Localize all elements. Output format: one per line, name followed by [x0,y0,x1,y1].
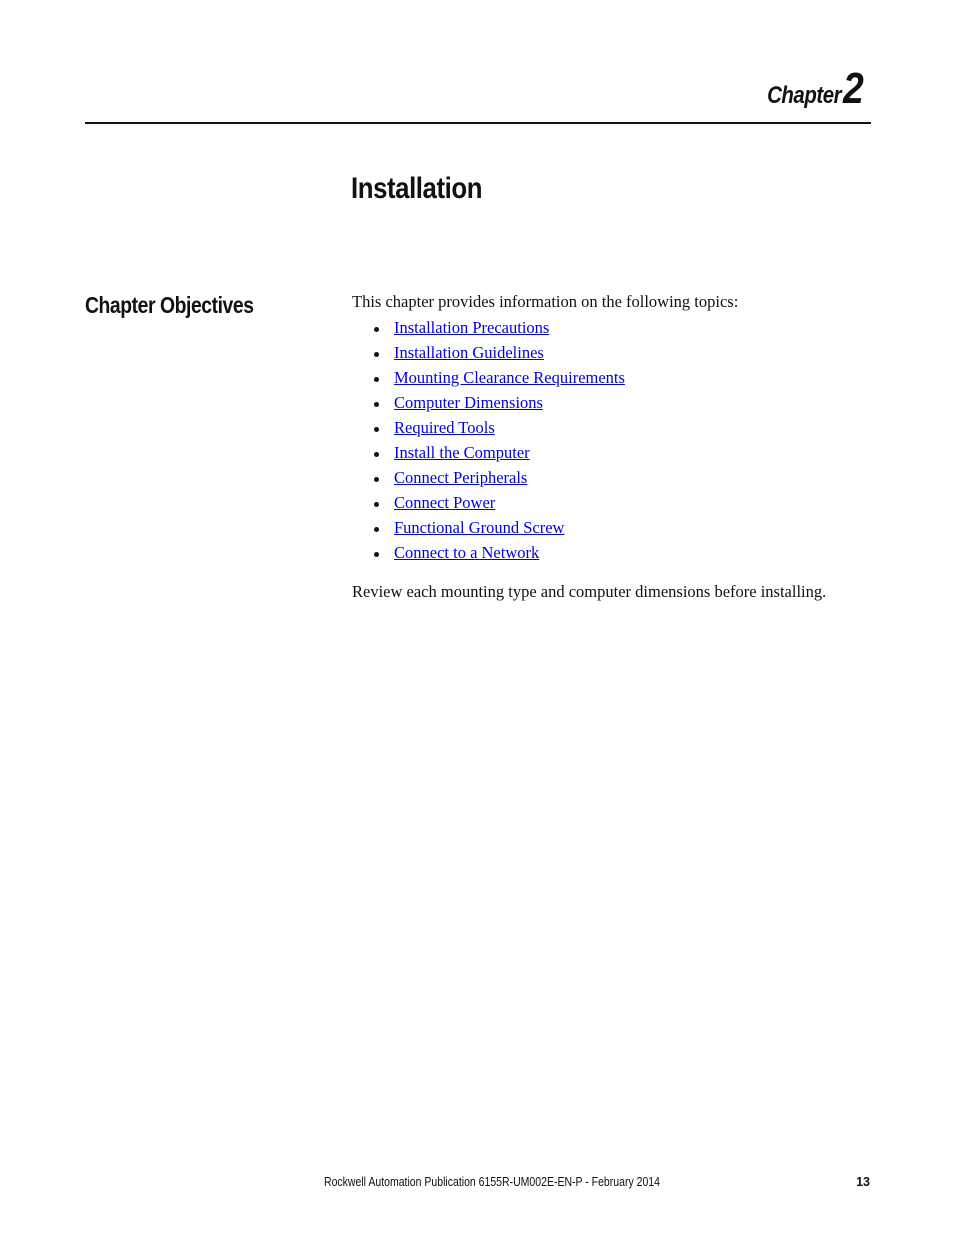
topic-link-installation-precautions[interactable]: Installation Precautions [394,318,549,337]
bullet-icon [374,477,379,482]
list-item: Required Tools [352,417,625,442]
header-rule [85,122,871,124]
topic-link-mounting-clearance[interactable]: Mounting Clearance Requirements [394,368,625,387]
list-item: Connect Power [352,492,625,517]
list-item: Install the Computer [352,442,625,467]
chapter-number: 2 [843,64,864,113]
list-item: Computer Dimensions [352,392,625,417]
bullet-icon [374,402,379,407]
bullet-icon [374,427,379,432]
page-title: Installation [351,172,483,205]
bullet-icon [374,327,379,332]
list-item: Mounting Clearance Requirements [352,367,625,392]
topic-link-required-tools[interactable]: Required Tools [394,418,495,437]
bullet-icon [374,452,379,457]
topic-link-connect-network[interactable]: Connect to a Network [394,543,539,562]
topic-link-installation-guidelines[interactable]: Installation Guidelines [394,343,544,362]
list-item: Installation Precautions [352,317,625,342]
topic-link-computer-dimensions[interactable]: Computer Dimensions [394,393,543,412]
chapter-label: Chapter2 [754,64,867,114]
topic-link-connect-peripherals[interactable]: Connect Peripherals [394,468,527,487]
page-number: 13 [856,1175,870,1189]
list-item: Connect to a Network [352,542,625,567]
chapter-word: Chapter [766,82,842,109]
list-item: Installation Guidelines [352,342,625,367]
topic-link-connect-power[interactable]: Connect Power [394,493,495,512]
section-title: Chapter Objectives [85,292,254,318]
bullet-icon [374,552,379,557]
topic-link-install-computer[interactable]: Install the Computer [394,443,530,462]
bullet-icon [374,377,379,382]
topic-list: Installation Precautions Installation Gu… [352,317,625,567]
outro-text: Review each mounting type and computer d… [352,582,827,601]
list-item: Connect Peripherals [352,467,625,492]
list-item: Functional Ground Screw [352,517,625,542]
topic-link-functional-ground-screw[interactable]: Functional Ground Screw [394,518,564,537]
bullet-icon [374,352,379,357]
bullet-icon [374,502,379,507]
bullet-icon [374,527,379,532]
intro-text: This chapter provides information on the… [352,292,739,311]
footer-publication: Rockwell Automation Publication 6155R-UM… [324,1175,660,1189]
